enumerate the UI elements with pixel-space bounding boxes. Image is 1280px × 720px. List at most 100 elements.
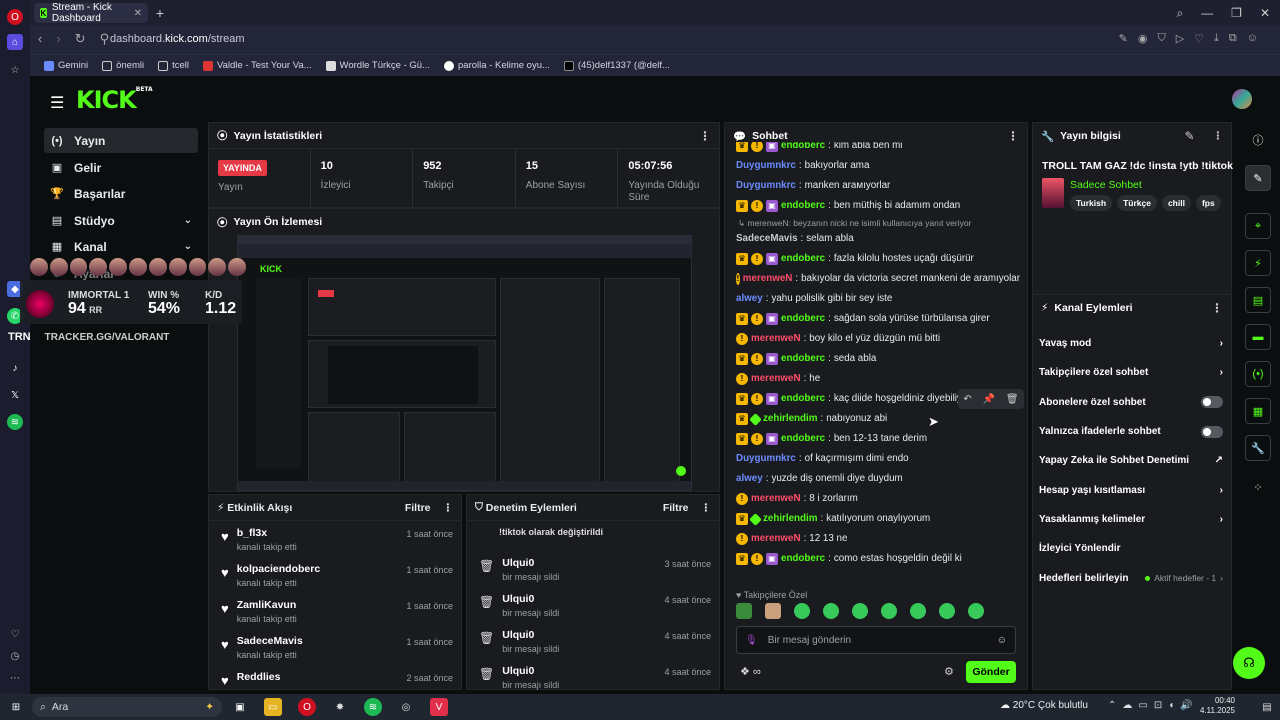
reload-icon[interactable]: ↻ [75,31,86,47]
chat-input[interactable]: 🎙 Bir mesaj gönderin ☺ [736,626,1016,654]
chat-username[interactable]: endoberc [781,553,825,565]
chat-message[interactable]: Duygumnkrc: of kaçırmışım dimi endo [730,449,1026,469]
chat-message[interactable]: alwey: yahu polislik gibi bir sey iste [730,289,1026,309]
emote-icon[interactable] [881,603,897,619]
toggle-switch[interactable] [1201,425,1223,438]
chat-username[interactable]: merenweN [751,493,801,505]
new-tab-icon[interactable]: + [152,5,168,21]
menu-icon[interactable]: ☰ [50,93,64,113]
sidebar-item-basarilar[interactable]: 🏆 Başarılar [44,181,198,206]
extensions-icon[interactable]: ⧉ [1229,32,1237,45]
emote-icon[interactable] [794,603,810,619]
chat-username[interactable]: endoberc [781,200,825,212]
x-icon[interactable]: 𝕏 [7,387,23,403]
stream-preview-video[interactable]: KICK [237,235,692,491]
download-icon[interactable]: ⤓ [1214,32,1219,45]
home-icon[interactable]: ⌂ [7,34,23,50]
emote-icon[interactable] [823,603,839,619]
action-account-age[interactable]: Hesap yaşı kısıtlaması › [1033,475,1231,504]
chat-message[interactable]: ♛! ▣ endoberc: seda abla [730,349,1026,369]
chat-message[interactable]: Duygumnkrc: manken arамıyorlar [730,176,1026,196]
chat-message[interactable]: ♛! ▣ endoberc: como estas hoşgeldin değil k… [730,549,1026,569]
windows-start-icon[interactable]: ⊞ [7,698,25,716]
broadcast-icon[interactable]: (•) [1245,361,1271,387]
chat-message[interactable]: ♛ zehirlendim: nabıyonuz abi [730,409,1026,429]
wrench-icon[interactable]: 🔧 [1245,435,1271,461]
notification-icon[interactable]: ▤ [1258,698,1276,716]
chat-username[interactable]: endoberc [781,253,825,265]
chat-message[interactable]: ! merenweN:8 i zorlarım [730,489,1026,509]
spotify-taskbar-icon[interactable]: ≋ [364,698,382,716]
clipboard-icon[interactable]: ▤ [1245,287,1271,313]
more-icon[interactable]: ⋮ [443,502,454,514]
kick-logo[interactable]: KICKBETA [76,86,153,114]
target-icon[interactable]: ⌖ [1245,213,1271,239]
chat-settings-icon[interactable]: ⚙ [944,665,954,678]
action-raid[interactable]: İzleyici Yönlendir [1033,534,1231,563]
chat-message[interactable]: ! merenweN: bakıyolar da victoria secret m… [730,269,1026,289]
heart-icon[interactable]: ♡ [1194,32,1204,45]
filter-button[interactable]: Filtre [405,502,431,514]
maximize-icon[interactable]: ❐ [1231,6,1242,20]
layout-icon[interactable]: ▦ [1245,398,1271,424]
emote-icon[interactable] [968,603,984,619]
chat-username[interactable]: endoberc [781,393,825,405]
pin-icon[interactable]: 📌 [983,394,995,405]
weather-widget[interactable]: ☁ 20°C Çok bulutlu [1000,700,1088,711]
chat-username[interactable]: merenweN [751,533,801,545]
emote-icon[interactable] [736,603,752,619]
chat-username[interactable]: Duygumnkrc [736,180,796,192]
bookmark-gemini[interactable]: Gemini [44,60,88,71]
tiktok-icon[interactable]: ♪ [7,360,23,376]
emote-icon[interactable] [939,603,955,619]
chat-username[interactable]: endoberc [781,433,825,445]
bookmark-folder[interactable]: önemli [102,60,144,71]
chat-message[interactable]: SadeceMavis: selam abla [730,229,1026,249]
action-followers-only[interactable]: Takipçilere özel sohbet › [1033,358,1231,387]
chat-message[interactable]: alwey: yuzde diş onemli diye duydum [730,469,1026,489]
browser-tab[interactable]: K Stream - Kick Dashboard ✕ [34,2,148,24]
chat-message[interactable]: ♛! ▣ endoberc: kim abla ben mi [730,142,1026,156]
chat-username[interactable]: zehirlendim [763,413,817,425]
shield-icon[interactable]: ⛉ [1157,32,1165,45]
action-banned-words[interactable]: Yasaklanmış kelimeler › [1033,505,1231,534]
chat-message[interactable]: ♛ zehirlendim: katılıyorum onaylıyorum [730,509,1026,529]
sidebar-item-yayin[interactable]: (•) Yayın [44,128,198,153]
tag[interactable]: Türkçe [1117,195,1157,211]
toggle-switch[interactable] [1201,396,1223,409]
more-icon[interactable]: ⋮ [1007,129,1019,143]
send-button[interactable]: Gönder [966,661,1016,683]
back-icon[interactable]: ‹ [38,31,42,47]
sidebar-item-kanal[interactable]: ▦ Kanal ⌄ [44,234,198,259]
edit-icon[interactable]: ✎ [1119,32,1128,45]
chat-username[interactable]: zehirlendim [763,513,817,525]
profile-icon[interactable]: ☺ [1247,32,1258,45]
search-tabs-icon[interactable]: ⌕ [1176,6,1183,21]
file-explorer-icon[interactable]: ▭ [264,698,282,716]
emote-icon[interactable] [852,603,868,619]
category-link[interactable]: Sadece Sohbet [1070,179,1142,191]
heart-icon[interactable]: ♡ [7,626,23,642]
emote-menu-icon[interactable]: ❖ [740,666,750,678]
chat-username[interactable]: merenweN [751,333,801,345]
chat-message[interactable]: ♛! ▣ endoberc: sağdan sola yürüse türbülans… [730,309,1026,329]
support-icon[interactable]: ☊ [1233,647,1265,679]
chat-message[interactable]: Duygumnkrc: bakıyorlar ama [730,156,1026,176]
edit-icon[interactable]: ✎ [1245,165,1271,191]
valorant-taskbar-icon[interactable]: V [430,698,448,716]
bookmark-valdle[interactable]: Valdle - Test Your Va... [203,60,312,71]
emote-icon[interactable] [910,603,926,619]
chat-message[interactable]: ♛! ▣ endoberc: fazla kilolu hostes uçağı dü… [730,249,1026,269]
system-tray-icons[interactable]: ⌃☁▭⊡◖🔊 [1108,700,1199,711]
chat-username[interactable]: Duygumnkrc [736,160,796,172]
chat-message[interactable]: ♛! ▣ endoberc: ben 12-13 tane derim [730,429,1026,449]
tag[interactable]: Turkish [1070,195,1113,211]
action-emotes-only[interactable]: Yalnızca ifadelerle sohbet [1033,417,1231,446]
action-slow-mode[interactable]: Yavaş mod › [1033,329,1231,358]
chat-username[interactable]: endoberc [781,142,825,152]
close-window-icon[interactable]: ✕ [1260,6,1270,20]
chat-username[interactable]: merenweN [751,373,801,385]
tag[interactable]: fps [1195,195,1221,211]
chat-icon[interactable]: ▬ [1245,324,1271,350]
emote-icon[interactable] [765,603,781,619]
